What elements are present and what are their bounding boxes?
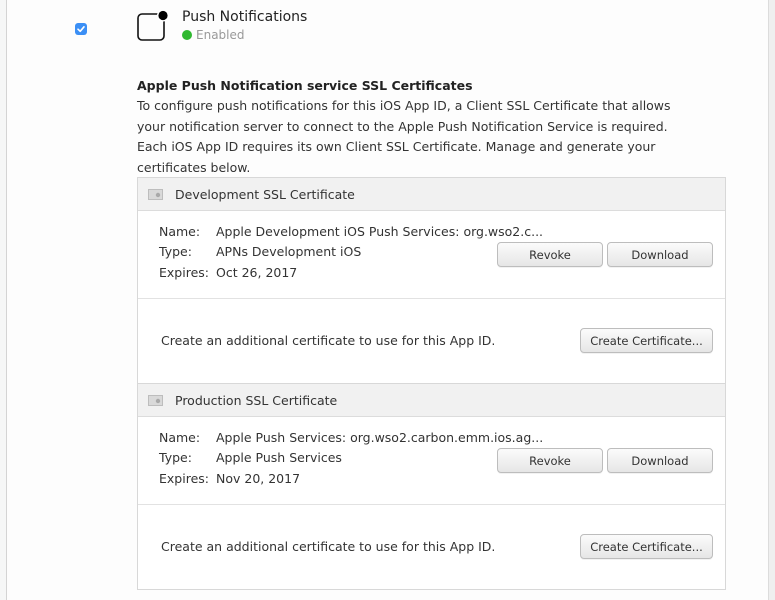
create-certificate-text: Create an additional certificate to use …: [161, 539, 496, 554]
certificate-header: Development SSL Certificate: [138, 178, 725, 211]
section-description: To configure push notifications for this…: [137, 98, 671, 175]
status-dot-icon: [182, 30, 192, 40]
name-value: Apple Push Services: org.wso2.carbon.emm…: [216, 430, 544, 445]
type-value: APNs Development iOS: [216, 244, 362, 259]
create-certificate-row: Create an additional certificate to use …: [138, 299, 725, 383]
service-status: Enabled: [182, 28, 245, 42]
expires-label: Expires:: [159, 471, 209, 486]
certificate-icon: [148, 394, 163, 406]
create-certificate-button[interactable]: Create Certificate...: [580, 328, 713, 353]
type-row: Type: Apple Push Services: [159, 450, 342, 465]
section-heading: Apple Push Notification service SSL Cert…: [137, 78, 473, 93]
expires-value: Nov 20, 2017: [216, 471, 301, 486]
push-notifications-checkbox[interactable]: [75, 23, 87, 35]
production-certificate-panel: Production SSL Certificate Name: Apple P…: [137, 383, 726, 590]
push-notification-icon: [137, 10, 169, 41]
development-certificate-panel: Development SSL Certificate Name: Apple …: [137, 177, 726, 384]
download-button[interactable]: Download: [607, 448, 713, 473]
name-row: Name: Apple Development iOS Push Service…: [159, 224, 543, 239]
type-label: Type:: [159, 450, 192, 465]
revoke-button[interactable]: Revoke: [497, 242, 603, 267]
checkmark-icon: [77, 26, 85, 33]
name-label: Name:: [159, 430, 201, 445]
expires-label: Expires:: [159, 265, 209, 280]
name-row: Name: Apple Push Services: org.wso2.carb…: [159, 430, 543, 445]
certificate-info: Name: Apple Development iOS Push Service…: [138, 211, 725, 299]
certificate-header: Production SSL Certificate: [138, 384, 725, 417]
left-sidebar-edge: [0, 0, 7, 600]
certificate-title: Production SSL Certificate: [175, 392, 338, 408]
name-value: Apple Development iOS Push Services: org…: [216, 224, 544, 239]
expires-row: Expires: Oct 26, 2017: [159, 265, 297, 280]
certificate-info: Name: Apple Push Services: org.wso2.carb…: [138, 417, 725, 505]
service-title: Push Notifications: [182, 9, 308, 25]
type-label: Type:: [159, 244, 192, 259]
create-certificate-row: Create an additional certificate to use …: [138, 505, 725, 589]
scrollbar-track[interactable]: [768, 0, 775, 600]
expires-value: Oct 26, 2017: [216, 265, 298, 280]
download-button[interactable]: Download: [607, 242, 713, 267]
name-label: Name:: [159, 224, 201, 239]
certificate-icon: [148, 188, 163, 200]
type-value: Apple Push Services: [216, 450, 342, 465]
revoke-button[interactable]: Revoke: [497, 448, 603, 473]
status-text: Enabled: [196, 28, 245, 42]
create-certificate-button[interactable]: Create Certificate...: [580, 534, 713, 559]
type-row: Type: APNs Development iOS: [159, 244, 361, 259]
certificate-title: Development SSL Certificate: [175, 186, 355, 202]
create-certificate-text: Create an additional certificate to use …: [161, 333, 496, 348]
expires-row: Expires: Nov 20, 2017: [159, 471, 300, 486]
